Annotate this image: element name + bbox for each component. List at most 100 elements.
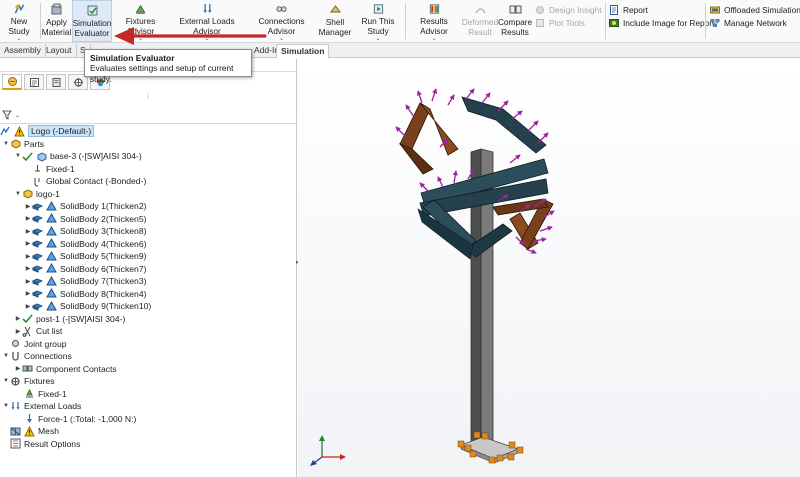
- tab-propertymanager[interactable]: [24, 74, 44, 90]
- results-advisor-icon: [429, 4, 439, 14]
- tree-item-fixtures[interactable]: ▼ Fixtures: [2, 375, 55, 388]
- ribbon-separator: [705, 3, 706, 39]
- tree-item-connections[interactable]: ▼ Connections: [2, 350, 72, 363]
- collapse-icon[interactable]: ▼: [14, 153, 22, 159]
- shell-body-icon: [32, 203, 43, 211]
- tree-item-solidbody[interactable]: ▶ SolidBody 3(Thicken8): [24, 225, 146, 238]
- expand-icon[interactable]: ▶: [24, 290, 32, 297]
- tree-item-solidbody[interactable]: ▶ SolidBody 9(Thicken10): [24, 300, 151, 313]
- simulation-study-tree-panel: ⁝ ⌄ Logo (-Default-) ▼ Parts ▼ base-3 (-…: [0, 59, 297, 477]
- tree-filter[interactable]: ⌄: [2, 108, 20, 122]
- tree-item-cut-list[interactable]: ▶ Cut list: [14, 325, 62, 338]
- expand-icon[interactable]: ▶: [24, 253, 32, 260]
- new-study-button[interactable]: New Study ⌄: [0, 0, 38, 42]
- shell-body-icon: [32, 265, 43, 273]
- tree-item-solidbody[interactable]: ▶ SolidBody 5(Thicken9): [24, 250, 146, 263]
- tree-item-external-loads[interactable]: ▼ External Loads: [2, 400, 81, 413]
- connections-icon: [12, 351, 19, 361]
- simulation-evaluator-icon: [87, 5, 97, 16]
- tree-item-post[interactable]: ▶ post-1 (-[SW]AISI 304-): [14, 313, 126, 326]
- collapse-icon[interactable]: ▼: [2, 378, 10, 384]
- shell-manager-icon: [329, 5, 341, 13]
- tree-item-base[interactable]: ▼ base-3 (-[SW]AISI 304-): [14, 150, 142, 163]
- tree-root-study[interactable]: Logo (-Default-): [0, 125, 95, 138]
- coordinate-triad: [310, 435, 346, 466]
- design-insight-button[interactable]: Design Insight: [535, 3, 602, 16]
- chevron-down-icon: ⌄: [15, 112, 21, 119]
- tree-item-component-contacts[interactable]: ▶ Component Contacts: [14, 363, 117, 376]
- deformed-result-button[interactable]: Deformed Result: [462, 0, 498, 42]
- design-insight-icon: [536, 5, 544, 14]
- plot-tools-button[interactable]: Plot Tools ⌄: [535, 16, 612, 29]
- result-options-icon: [10, 438, 21, 449]
- part-check-icon: [22, 314, 33, 324]
- tree-item-fixed-1[interactable]: Fixed-1: [32, 163, 75, 176]
- shell-body-icon: [32, 253, 43, 261]
- collapse-icon[interactable]: ▼: [2, 141, 10, 147]
- mesh-icon: [10, 427, 21, 436]
- tree-item-global-contact[interactable]: Global Contact (-Bonded-): [32, 175, 146, 188]
- expand-icon[interactable]: ▶: [24, 278, 32, 285]
- simulation-evaluator-button[interactable]: Simulation Evaluator: [72, 0, 112, 42]
- offloaded-simulation-button[interactable]: Offloaded Simulation: [710, 3, 800, 16]
- tree-item-logo[interactable]: ▼ logo-1: [14, 188, 60, 201]
- offloaded-simulation-icon: [710, 6, 720, 13]
- tree-item-solidbody[interactable]: ▶ SolidBody 7(Thicken3): [24, 275, 146, 288]
- warning-icon: [14, 125, 25, 137]
- run-this-study-button[interactable]: Run This Study ⌄: [352, 0, 404, 42]
- body-icon: [46, 250, 57, 261]
- tree-item-result-options[interactable]: Result Options: [10, 438, 80, 451]
- expand-icon[interactable]: ▶: [24, 240, 32, 247]
- study-icon: [0, 126, 10, 136]
- tree-item-solidbody[interactable]: ▶ SolidBody 6(Thicken7): [24, 263, 146, 276]
- tree-item-solidbody[interactable]: ▶ SolidBody 8(Thicken4): [24, 288, 146, 301]
- report-button[interactable]: Report: [609, 3, 648, 16]
- tree-item-solidbody[interactable]: ▶ SolidBody 2(Thicken5): [24, 213, 146, 226]
- filter-icon: [2, 110, 12, 120]
- expand-icon[interactable]: ▶: [14, 315, 22, 322]
- tree-item-solidbody[interactable]: ▶ SolidBody 1(Thicken2): [24, 200, 146, 213]
- include-image-for-report-button[interactable]: Include Image for Report: [609, 16, 714, 29]
- expand-icon[interactable]: ▶: [24, 303, 32, 310]
- manage-network-button[interactable]: Manage Network: [710, 16, 787, 29]
- joint-group-icon: [12, 340, 19, 348]
- expand-icon[interactable]: ▶: [24, 265, 32, 272]
- divider: [0, 123, 296, 124]
- ribbon-separator: [605, 3, 606, 39]
- tree-item-fixed-1[interactable]: Fixed-1: [24, 388, 67, 401]
- graphics-area[interactable]: [298, 59, 800, 477]
- tab-simulation[interactable]: Simulation: [276, 44, 330, 58]
- external-loads-icon: [202, 3, 212, 14]
- collapse-icon[interactable]: ▼: [14, 191, 22, 197]
- tree-item-parts[interactable]: ▼ Parts: [2, 138, 44, 151]
- results-advisor-button[interactable]: Results Advisor ⌄: [406, 0, 462, 42]
- tab-featuremanager[interactable]: [2, 74, 22, 90]
- tree-item-mesh[interactable]: Mesh: [10, 425, 59, 438]
- expand-icon[interactable]: ▶: [14, 365, 22, 372]
- tab-layout[interactable]: Layout: [42, 44, 77, 58]
- compare-results-icon: [509, 5, 521, 14]
- global-contact-icon: [34, 177, 40, 187]
- simulation-evaluator-tooltip: Simulation Evaluator Evaluates settings …: [84, 49, 252, 84]
- body-icon: [46, 275, 57, 286]
- compare-results-button[interactable]: Compare Results: [498, 0, 532, 42]
- shell-body-icon: [32, 303, 43, 311]
- expand-icon[interactable]: ▶: [24, 203, 32, 210]
- tree-item-solidbody[interactable]: ▶ SolidBody 4(Thicken6): [24, 238, 146, 251]
- apply-material-button[interactable]: Apply Material: [41, 0, 72, 42]
- expand-icon[interactable]: ▶: [14, 328, 22, 335]
- tree-item-joint-group[interactable]: Joint group: [2, 338, 67, 351]
- chevron-down-icon: ⌄: [375, 36, 381, 42]
- tab-assembly[interactable]: Assembly: [0, 44, 46, 58]
- panel-splitter[interactable]: ⁝: [0, 93, 296, 102]
- tab-configurationmanager[interactable]: [46, 74, 66, 90]
- collapse-icon[interactable]: ▼: [2, 403, 10, 409]
- expand-icon[interactable]: ▶: [24, 215, 32, 222]
- include-image-icon: [609, 18, 619, 27]
- shell-body-icon: [32, 215, 43, 223]
- shell-manager-button[interactable]: Shell Manager: [318, 0, 352, 42]
- plot-tools-icon: [536, 18, 544, 27]
- collapse-icon[interactable]: ▼: [2, 353, 10, 359]
- tree-item-force-1[interactable]: Force-1 (:Total: -1,000 N:): [24, 413, 136, 426]
- expand-icon[interactable]: ▶: [24, 228, 32, 235]
